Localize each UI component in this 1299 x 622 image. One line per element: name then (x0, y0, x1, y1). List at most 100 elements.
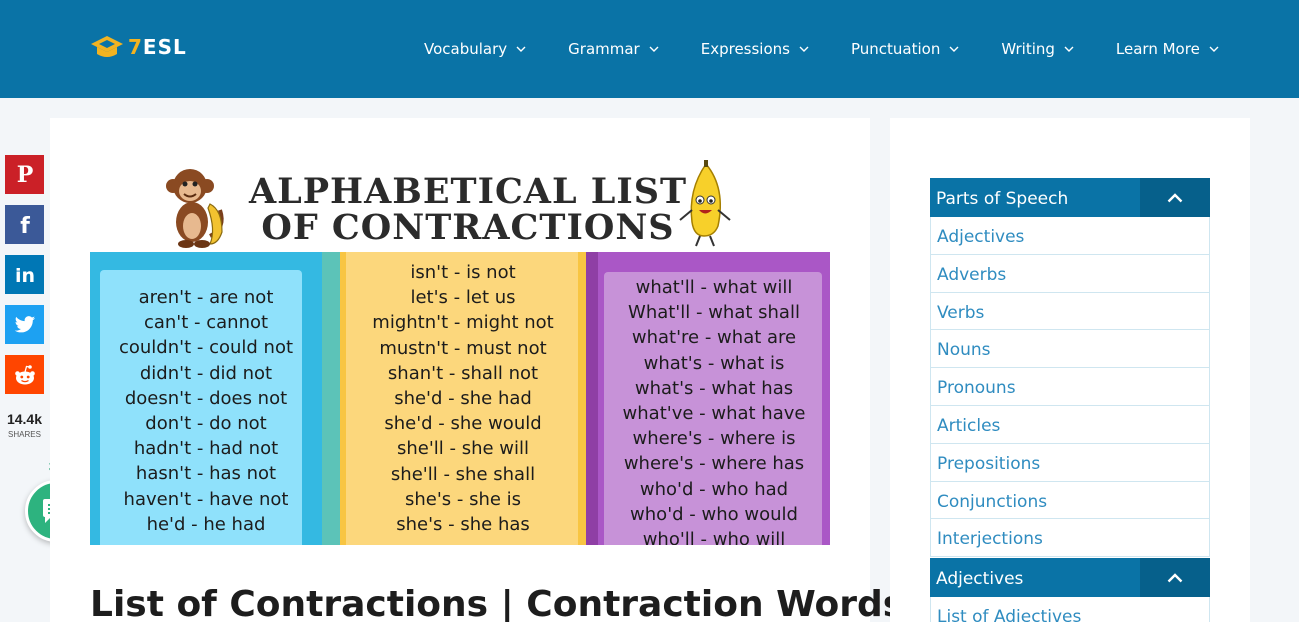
chevron-up-icon (1167, 192, 1183, 202)
monkey-illustration (166, 169, 224, 248)
contraction-item: he'd - he had (146, 513, 266, 535)
banana-illustration (679, 160, 731, 247)
share-count: 14.4k (6, 411, 43, 427)
contraction-item: who'll - who will (642, 528, 786, 545)
contraction-item: who'd - who would (630, 503, 798, 525)
contraction-item: aren't - are not (138, 287, 274, 308)
contraction-item: couldn't - could not (118, 337, 294, 359)
sidebar-item-pronouns[interactable]: Pronouns (930, 368, 1210, 406)
chevron-down-icon (649, 46, 659, 52)
twitter-icon (14, 315, 35, 332)
contraction-item: mightn't - might not (372, 312, 554, 334)
contraction-item: didn't - did not (139, 362, 273, 384)
contraction-item: hadn't - had not (133, 438, 279, 460)
contraction-item: what's - what has (634, 377, 794, 399)
contraction-item: she'd - she would (384, 413, 542, 435)
nav-label: Grammar (568, 40, 640, 58)
page-title: List of Contractions | Contraction Words (90, 584, 905, 622)
contraction-item: she's - she is (404, 488, 522, 510)
chevron-down-icon (949, 46, 959, 52)
nav-vocabulary[interactable]: Vocabulary (424, 40, 526, 58)
panel-divider (322, 252, 340, 545)
contraction-item: haven't - have not (123, 488, 289, 510)
contraction-item: what're - what are (631, 327, 797, 349)
parts-of-speech-list: Adjectives Adverbs Verbs Nouns Pronouns … (930, 217, 1210, 558)
hero-image: ALPHABETICAL LIST OF CONTRACTIONS aren't… (90, 158, 830, 545)
contraction-item: she'll - she will (396, 438, 530, 460)
contraction-item: shan't - shall not (387, 362, 539, 384)
nav-expressions[interactable]: Expressions (701, 40, 809, 58)
pinterest-icon: P (16, 163, 33, 187)
share-twitter-button[interactable] (5, 305, 44, 344)
contraction-item: can't - cannot (143, 312, 269, 334)
facebook-icon: f (20, 214, 30, 237)
contraction-item: she's - she has (396, 513, 530, 535)
sidebar-section-title: Parts of Speech (936, 189, 1069, 209)
contraction-item: What'll - what shall (628, 302, 800, 324)
chevron-down-icon (799, 46, 809, 52)
linkedin-icon: in (14, 265, 34, 287)
contraction-item: what've - what have (622, 402, 806, 424)
chevron-up-icon (1167, 572, 1183, 582)
contraction-item: she'll - she shall (390, 463, 536, 485)
contraction-item: isn't - is not (410, 262, 516, 283)
sidebar-section-title: Adjectives (936, 569, 1024, 589)
nav-writing[interactable]: Writing (1001, 40, 1074, 58)
sidebar: Parts of Speech Adjectives Adverbs Verbs… (890, 118, 1250, 622)
nav-grammar[interactable]: Grammar (568, 40, 659, 58)
contraction-item: where's - where has (623, 453, 805, 475)
sidebar-item-interjections[interactable]: Interjections (930, 519, 1210, 558)
nav-punctuation[interactable]: Punctuation (851, 40, 959, 58)
sidebar-item-list-of-adjectives[interactable]: List of Adjectives (930, 597, 1210, 622)
panel-divider (586, 252, 598, 545)
contractions-column-3: what'll - what will What'll - what shall… (598, 275, 830, 545)
contraction-item: doesn't - does not (124, 387, 288, 409)
adjectives-list: List of Adjectives (930, 597, 1210, 622)
article-card: ALPHABETICAL LIST OF CONTRACTIONS aren't… (50, 118, 904, 622)
contraction-item: don't - do not (145, 412, 267, 434)
svg-text:P: P (16, 163, 33, 187)
collapse-toggle[interactable] (1140, 558, 1210, 597)
contractions-column-1: aren't - are not can't - cannot couldn't… (90, 285, 322, 537)
chevron-down-icon (1064, 46, 1074, 52)
contraction-item: let's - let us (410, 287, 516, 309)
sidebar-item-adverbs[interactable]: Adverbs (930, 254, 1210, 293)
contraction-item: what's - what is (643, 352, 785, 374)
share-label: SHARES (8, 430, 41, 439)
nav-label: Writing (1001, 40, 1055, 58)
sidebar-item-adjectives[interactable]: Adjectives (930, 217, 1210, 255)
chevron-down-icon (516, 46, 526, 52)
sidebar-item-verbs[interactable]: Verbs (930, 292, 1210, 331)
nav-label: Vocabulary (424, 40, 508, 58)
share-facebook-button[interactable]: f (5, 205, 44, 244)
nav-learn-more[interactable]: Learn More (1116, 40, 1219, 58)
contraction-item: hasn't - has not (135, 463, 277, 485)
svg-text:in: in (14, 265, 34, 287)
contraction-item: she'd - she had (394, 387, 532, 409)
share-pinterest-button[interactable]: P (5, 155, 44, 194)
sidebar-item-articles[interactable]: Articles (930, 405, 1210, 444)
contraction-item: what'll - what will (635, 277, 793, 298)
contraction-item: mustn't - must not (379, 337, 547, 359)
svg-text:f: f (20, 214, 30, 237)
site-logo[interactable]: 7ESL (90, 34, 187, 60)
main-nav: Vocabulary Grammar Expressions Punctuati… (424, 0, 1219, 98)
share-linkedin-button[interactable]: in (5, 255, 44, 294)
sidebar-item-prepositions[interactable]: Prepositions (930, 443, 1210, 482)
contraction-item: where's - where is (632, 428, 796, 450)
reddit-icon (14, 364, 35, 384)
nav-label: Punctuation (850, 40, 941, 58)
collapse-toggle[interactable] (1140, 178, 1210, 217)
share-reddit-button[interactable] (5, 355, 44, 394)
graduation-cap-icon (91, 36, 123, 57)
contractions-column-2: isn't - is not let's - let us mightn't -… (340, 260, 586, 537)
parts-of-speech-header[interactable]: Parts of Speech (930, 178, 1210, 217)
nav-label: Expressions (700, 40, 790, 58)
adjectives-header[interactable]: Adjectives (930, 558, 1210, 597)
sidebar-item-conjunctions[interactable]: Conjunctions (930, 481, 1210, 520)
sidebar-item-nouns[interactable]: Nouns (930, 330, 1210, 369)
contraction-item: who'd - who had (639, 478, 789, 500)
site-header: 7ESL Vocabulary Grammar Expressions Punc… (0, 0, 1299, 98)
logo-text: 7ESL (128, 35, 187, 59)
nav-label: Learn More (1115, 40, 1200, 58)
